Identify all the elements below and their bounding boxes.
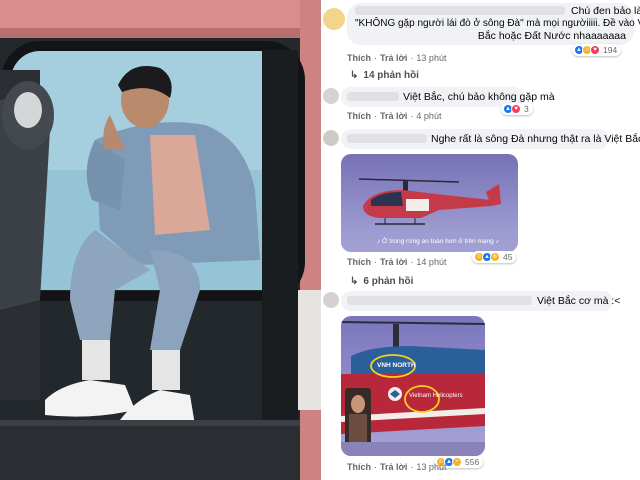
vietnam-helicopters-label: Vietnam Helicopters bbox=[409, 393, 463, 399]
comment-time: 4 phút bbox=[416, 111, 442, 121]
avatar[interactable] bbox=[323, 292, 339, 308]
comment-image[interactable]: VNH NORTH Vietnam Helicopters bbox=[341, 316, 485, 456]
comment-text-line: Chú đen bảo là bbox=[571, 5, 640, 17]
comment-text: Việt Bắc cơ mà :< bbox=[537, 295, 621, 307]
reply-arrow-icon: ↳ bbox=[350, 70, 359, 81]
replies-count-label: 14 phản hồi bbox=[363, 70, 419, 81]
reaction-summary[interactable]: ▲ ♥ 3 bbox=[501, 103, 533, 115]
reply-button[interactable]: Trả lời bbox=[380, 462, 407, 472]
avatar[interactable] bbox=[323, 88, 339, 104]
reaction-summary[interactable]: ☺ ▲ o 45 bbox=[472, 251, 517, 263]
comment-bubble: Chú đen bảo là "KHÔNG gặp người lái đò ở… bbox=[347, 3, 640, 45]
like-button[interactable]: Thích bbox=[347, 462, 371, 472]
wow-icon: o bbox=[490, 252, 500, 262]
like-button[interactable]: Thích bbox=[347, 111, 371, 121]
reaction-count: 194 bbox=[603, 45, 618, 55]
reply-button[interactable]: Trả lời bbox=[380, 111, 407, 121]
vnh-north-label: VNH NORTH bbox=[377, 362, 416, 369]
reply-arrow-icon: ↳ bbox=[350, 276, 359, 287]
helicopter-closeup-illustration bbox=[341, 316, 485, 456]
comment-text-line: "KHÔNG gặp người lái đò ở sông Đà" mà mọ… bbox=[355, 18, 640, 29]
avatar[interactable] bbox=[323, 130, 339, 146]
comment-bubble: Nghe rất là sông Đà nhưng thật ra là Việ… bbox=[341, 129, 640, 149]
comment-time: 13 phút bbox=[416, 53, 447, 63]
comment-bubble: Việt Bắc cơ mà :< bbox=[341, 291, 620, 311]
view-replies-button[interactable]: ↳ 14 phản hồi bbox=[350, 70, 419, 81]
replies-count-label: 6 phản hồi bbox=[363, 276, 414, 287]
reaction-count: 556 bbox=[465, 457, 480, 467]
comment-time: 13 phút bbox=[416, 462, 447, 472]
image-caption: ♪ Ở trong rừng an toàn hơn ở trên mạng ♪ bbox=[377, 238, 499, 245]
comments-panel: Chú đen bảo là "KHÔNG gặp người lái đò ở… bbox=[321, 0, 640, 480]
reaction-summary[interactable]: ▲ ☺ ♥ 194 bbox=[572, 44, 622, 56]
reply-button[interactable]: Trả lời bbox=[380, 257, 407, 267]
comment-actions: Thích · Trả lời · 13 phút bbox=[347, 53, 447, 63]
commenter-name-blurred[interactable] bbox=[347, 134, 427, 143]
comment-actions: Thích · Trả lời · 13 phút bbox=[347, 462, 447, 472]
comment-text-line: Bắc hoặc Đất Nước nhaaaaaaa bbox=[477, 30, 626, 42]
sad-icon: ~ bbox=[452, 457, 462, 467]
comment-image[interactable]: ♪ Ở trong rừng an toàn hơn ở trên mạng ♪ bbox=[341, 154, 518, 252]
comment-time: 14 phút bbox=[416, 257, 447, 267]
like-button[interactable]: Thích bbox=[347, 53, 371, 63]
avatar[interactable] bbox=[323, 8, 345, 30]
comment-actions: Thích · Trả lời · 14 phút bbox=[347, 257, 447, 267]
commenter-name-blurred[interactable] bbox=[347, 92, 399, 101]
commenter-name-blurred[interactable] bbox=[347, 296, 532, 305]
like-button[interactable]: Thích bbox=[347, 257, 371, 267]
view-replies-button[interactable]: ↳ 6 phản hồi bbox=[350, 276, 413, 287]
comment-actions: Thích · Trả lời · 4 phút bbox=[347, 111, 442, 121]
reaction-count: 45 bbox=[503, 252, 513, 262]
comment-bubble: Việt Bắc, chú bảo không gặp mà bbox=[341, 87, 555, 107]
comment-text: Việt Bắc, chú bảo không gặp mà bbox=[403, 91, 555, 103]
helicopter-photo bbox=[0, 0, 321, 480]
reaction-count: 3 bbox=[524, 104, 529, 114]
helicopter-photo-illustration bbox=[0, 0, 321, 480]
comment-text: Nghe rất là sông Đà nhưng thật ra là Việ… bbox=[431, 133, 640, 145]
comment-text-content: Nghe rất là sông Đà nhưng thật ra là Việ… bbox=[431, 133, 640, 145]
commenter-name-blurred[interactable] bbox=[355, 6, 565, 15]
reply-button[interactable]: Trả lời bbox=[380, 53, 407, 63]
love-icon: ♥ bbox=[511, 104, 521, 114]
love-icon: ♥ bbox=[590, 45, 600, 55]
